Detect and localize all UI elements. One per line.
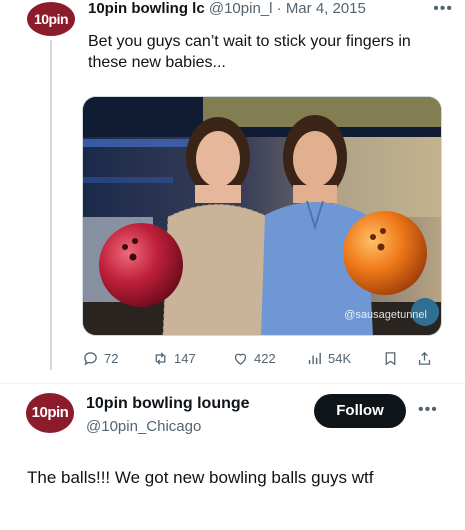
tweet-divider	[0, 383, 465, 384]
quoted-avatar[interactable]: 10pin	[27, 2, 75, 36]
share-icon	[418, 351, 431, 365]
retweet-button[interactable]: 147	[152, 350, 196, 367]
views-button[interactable]: 54K	[306, 350, 351, 367]
reply-button[interactable]: 72	[82, 350, 118, 367]
quoted-display-name[interactable]: 10pin bowling lc	[88, 0, 205, 17]
tweet-photo[interactable]: @sausagetunnel	[82, 96, 442, 336]
quoted-tweet-text: Bet you guys can’t wait to stick your fi…	[88, 33, 411, 71]
reply-icon	[84, 352, 97, 366]
heart-icon	[234, 353, 247, 365]
main-tweet-text: The balls!!! We got new bowling balls gu…	[27, 468, 374, 487]
follow-button[interactable]: Follow	[314, 394, 406, 428]
bowling-photo-illustration	[83, 97, 441, 335]
thread-line	[50, 40, 52, 370]
bookmark-button[interactable]	[382, 350, 399, 367]
share-button[interactable]	[416, 350, 433, 367]
separator-dot: ·	[276, 0, 282, 17]
main-avatar[interactable]: 10pin	[26, 393, 74, 433]
quoted-action-bar: 72 147 422 54K	[82, 350, 452, 374]
reply-count: 72	[104, 351, 119, 366]
views-count: 54K	[328, 351, 352, 366]
quoted-header: 10pin bowling lc @10pin_l · Mar 4, 2015	[88, 0, 366, 17]
quoted-handle[interactable]: @10pin_l	[209, 0, 273, 17]
main-display-name[interactable]: 10pin bowling lounge	[86, 395, 250, 413]
retweet-count: 147	[174, 351, 196, 366]
main-handle[interactable]: @10pin_Chicago	[86, 418, 201, 435]
views-icon	[308, 352, 321, 365]
photo-watermark: @sausagetunnel	[344, 309, 427, 321]
quoted-date[interactable]: Mar 4, 2015	[286, 0, 366, 17]
like-button[interactable]: 422	[232, 350, 276, 367]
like-count: 422	[254, 351, 276, 366]
bookmark-icon	[385, 352, 396, 366]
more-icon[interactable]: •••	[418, 401, 438, 419]
quoted-tweet[interactable]: 10pin 10pin bowling lc @10pin_l · Mar 4,…	[0, 0, 465, 390]
retweet-icon	[155, 352, 166, 365]
more-icon[interactable]: •••	[433, 0, 453, 18]
